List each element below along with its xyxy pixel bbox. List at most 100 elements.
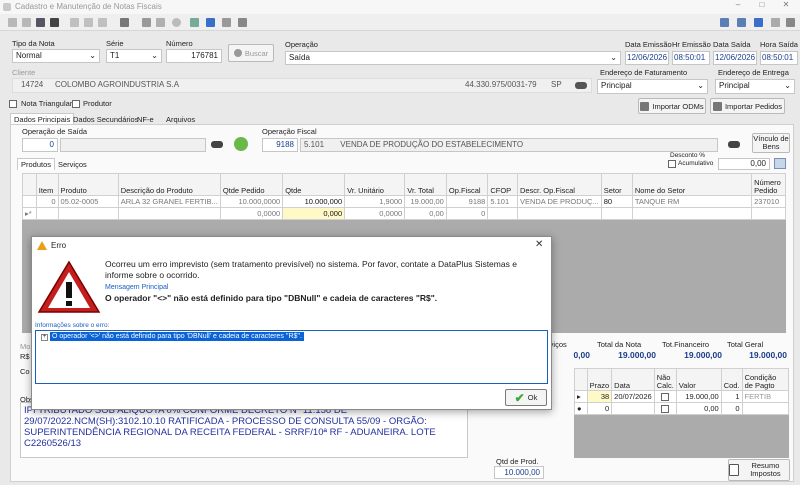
column-header[interactable]: Nome do Setor xyxy=(631,173,753,196)
grid-cell[interactable] xyxy=(653,390,677,403)
serie-select[interactable]: T1 ⌄ xyxy=(106,49,162,63)
operacao-fiscal-code[interactable]: 9188 xyxy=(262,138,298,152)
grid-cell[interactable] xyxy=(751,207,786,220)
column-header[interactable]: Prazo xyxy=(586,368,613,391)
faturamento-select[interactable]: Principal ⌄ xyxy=(597,79,708,94)
column-header[interactable]: Não Calc. xyxy=(653,368,677,391)
column-header[interactable]: Vr. Total xyxy=(404,173,447,196)
operacao-saida-field[interactable]: 0 xyxy=(22,138,58,152)
column-header[interactable]: Data xyxy=(611,368,655,391)
first-icon[interactable] xyxy=(70,18,79,27)
importar-odms-button[interactable]: Importar ODMs xyxy=(638,98,706,114)
table-row[interactable]: ▸ 38 20/07/2026 19.000,00 1 FERTIB xyxy=(574,390,789,403)
vinculo-bens-button[interactable]: Vínculo de Bens xyxy=(752,133,790,153)
data-emissao-field[interactable]: 12/06/2026 xyxy=(625,51,669,65)
view-icon[interactable] xyxy=(720,18,729,27)
column-header[interactable]: Descrição do Produto xyxy=(117,173,221,196)
grid-cell[interactable]: 80 xyxy=(600,195,633,208)
settings-icon[interactable] xyxy=(238,18,247,27)
grid-cell[interactable] xyxy=(57,207,119,220)
binoculars-icon[interactable] xyxy=(575,82,587,89)
next-icon[interactable] xyxy=(98,18,107,27)
grid-cell[interactable]: 19.000,00 xyxy=(404,195,447,208)
grid-cell[interactable]: 20/07/2026 xyxy=(611,390,655,403)
grid-cell[interactable] xyxy=(653,402,677,415)
grid-cell[interactable] xyxy=(631,207,753,220)
column-header[interactable]: Número Pedido xyxy=(751,173,786,196)
grid-cell[interactable]: 0 xyxy=(35,195,59,208)
produtor-checkbox[interactable] xyxy=(72,100,80,108)
nota-triangular-checkbox[interactable] xyxy=(9,100,17,108)
exit-icon[interactable] xyxy=(786,18,795,27)
delete-icon[interactable] xyxy=(156,18,165,27)
tipo-nota-select[interactable]: Normal ⌄ xyxy=(12,49,100,63)
grid-cell[interactable]: 0,0000 xyxy=(219,207,284,220)
grid-cell[interactable]: 1,9000 xyxy=(344,195,406,208)
binoculars-icon[interactable] xyxy=(211,141,223,148)
grid-cell[interactable] xyxy=(611,402,655,415)
grid-cell[interactable] xyxy=(487,207,518,220)
row-selector[interactable]: ▸ xyxy=(574,390,588,403)
binoculars-icon[interactable] xyxy=(728,141,740,148)
grid-cell[interactable] xyxy=(741,402,789,415)
edit-icon[interactable] xyxy=(22,18,31,27)
data-saida-field[interactable]: 12/06/2026 xyxy=(713,51,757,65)
grid-cell[interactable]: 237010 xyxy=(751,195,786,208)
user-icon[interactable] xyxy=(771,18,780,27)
column-header[interactable]: Produto xyxy=(57,173,119,196)
info-item[interactable]: O operador '<>' não está definido para t… xyxy=(50,332,305,341)
column-header[interactable]: Qtde xyxy=(282,173,346,196)
new-row-icon[interactable]: ● xyxy=(574,402,588,415)
nao-calc-checkbox[interactable] xyxy=(661,405,670,413)
qtd-prod-field[interactable]: 10.000,00 xyxy=(494,466,544,479)
new-icon[interactable] xyxy=(8,18,17,27)
grid-cell[interactable] xyxy=(117,207,221,220)
table-row[interactable]: ▸* 0,0000 0,000 0,0000 0,00 0 xyxy=(22,207,786,220)
buscar-button[interactable]: Buscar xyxy=(228,44,274,62)
nao-calc-checkbox[interactable] xyxy=(661,393,670,401)
grid-cell[interactable] xyxy=(35,207,59,220)
grid-cell[interactable]: 19.000,00 xyxy=(675,390,722,403)
column-header[interactable]: CFOP xyxy=(487,173,518,196)
new-row-icon[interactable]: ▸* xyxy=(22,207,37,220)
grid-cell[interactable] xyxy=(516,207,602,220)
close-button[interactable]: ✕ xyxy=(776,0,796,14)
print-icon[interactable] xyxy=(120,18,129,27)
grid-cell[interactable]: 10.000,000 xyxy=(282,195,346,208)
operacao-select[interactable]: Saída ⌄ xyxy=(285,51,621,65)
grid-cell[interactable]: VENDA DE PRODUÇ... xyxy=(516,195,602,208)
grid-cell[interactable]: FERTIB xyxy=(741,390,789,403)
column-header[interactable]: Qtde Pedido xyxy=(219,173,284,196)
ok-button[interactable]: ✔ Ok xyxy=(505,389,547,406)
undo-icon[interactable] xyxy=(50,18,59,27)
grid-cell[interactable] xyxy=(600,207,633,220)
column-header[interactable]: Condição de Pagto xyxy=(741,368,789,391)
dialog-close-button[interactable]: ✕ xyxy=(535,239,543,250)
numero-field[interactable]: 176781 xyxy=(166,49,222,63)
grid-cell[interactable]: 38 xyxy=(586,390,613,403)
grid-cell[interactable]: 0,00 xyxy=(404,207,447,220)
importar-pedidos-button[interactable]: Importar Pedidos xyxy=(710,98,785,114)
grid-cell[interactable]: 5.101 xyxy=(487,195,518,208)
grid-cell[interactable]: 9188 xyxy=(445,195,489,208)
cliente-field[interactable]: 14724 COLOMBO AGROINDUSTRIA S.A 44.330.9… xyxy=(12,78,592,93)
grid-cell[interactable]: ARLA 32 GRANEL FERTIB... xyxy=(117,195,221,208)
grid-cell[interactable]: 0 xyxy=(720,402,743,415)
prev-icon[interactable] xyxy=(84,18,93,27)
export-icon[interactable] xyxy=(206,18,215,27)
help-icon[interactable] xyxy=(737,18,746,27)
column-header[interactable]: Op.Fiscal xyxy=(445,173,489,196)
expand-icon[interactable]: + xyxy=(41,334,48,341)
maximize-button[interactable]: □ xyxy=(752,0,772,14)
desconto-field[interactable]: 0,00 xyxy=(718,158,770,170)
column-header[interactable]: Setor xyxy=(600,173,633,196)
document-icon[interactable] xyxy=(222,18,231,27)
column-header[interactable]: Descr. Op.Fiscal xyxy=(516,173,602,196)
row-selector[interactable] xyxy=(22,195,37,208)
cancel-icon[interactable] xyxy=(172,18,181,27)
table-row[interactable]: 0 05.02-0005 ARLA 32 GRANEL FERTIB... 10… xyxy=(22,195,786,208)
grid-cell[interactable]: 1 xyxy=(720,390,743,403)
grid-cell[interactable]: 0 xyxy=(586,402,613,415)
grid-cell[interactable]: 0 xyxy=(445,207,489,220)
grid-cell[interactable]: 0,000 xyxy=(282,207,346,220)
